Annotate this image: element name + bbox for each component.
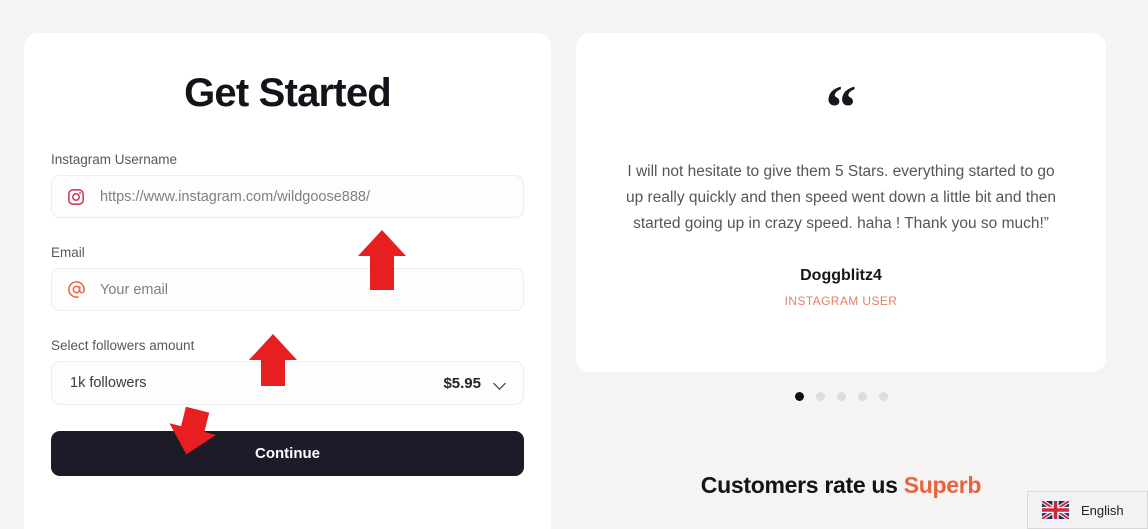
at-sign-icon bbox=[66, 280, 86, 300]
continue-button[interactable]: Continue bbox=[51, 431, 524, 476]
carousel-dot[interactable] bbox=[836, 392, 846, 401]
email-field-group: Email Your email bbox=[51, 245, 524, 311]
instagram-username-label: Instagram Username bbox=[51, 152, 178, 167]
followers-amount-value: 1k followers bbox=[70, 375, 147, 391]
followers-amount-select[interactable]: 1k followers $5.95 bbox=[51, 361, 524, 405]
carousel-dot[interactable] bbox=[794, 392, 804, 401]
instagram-username-value: https://www.instagram.com/wildgoose888/ bbox=[100, 188, 370, 205]
chevron-down-icon bbox=[494, 377, 507, 390]
page-title: Get Started bbox=[184, 71, 392, 115]
carousel-dots[interactable] bbox=[576, 392, 1106, 401]
instagram-username-input[interactable]: https://www.instagram.com/wildgoose888/ bbox=[51, 175, 524, 218]
rating-highlight: Superb bbox=[903, 472, 982, 498]
followers-amount-group: Select followers amount 1k followers $5.… bbox=[51, 338, 524, 405]
carousel-dot[interactable] bbox=[815, 392, 825, 401]
followers-amount-price: $5.95 bbox=[443, 374, 481, 392]
email-label: Email bbox=[51, 245, 85, 260]
email-input[interactable]: Your email bbox=[51, 268, 524, 311]
instagram-username-field-group: Instagram Username https://www.instagram… bbox=[51, 152, 524, 218]
language-label: English bbox=[1081, 502, 1124, 518]
email-placeholder: Your email bbox=[100, 281, 168, 298]
testimonial-author: Doggblitz4 bbox=[800, 267, 882, 284]
quote-mark-icon: “ bbox=[825, 74, 857, 142]
testimonial-role: INSTAGRAM USER bbox=[784, 294, 898, 308]
language-switcher[interactable]: English bbox=[1027, 491, 1148, 529]
signup-card: Get Started Instagram Username https://w… bbox=[24, 33, 551, 529]
carousel-dot[interactable] bbox=[857, 392, 867, 401]
testimonial-text: I will not hesitate to give them 5 Stars… bbox=[626, 163, 1056, 232]
carousel-dot[interactable] bbox=[878, 392, 888, 401]
rating-prefix: Customers rate us bbox=[700, 472, 904, 498]
instagram-icon bbox=[66, 187, 86, 207]
followers-amount-label: Select followers amount bbox=[51, 338, 195, 353]
testimonial-card: “ I will not hesitate to give them 5 Sta… bbox=[576, 33, 1106, 372]
uk-flag-icon bbox=[1040, 499, 1071, 521]
